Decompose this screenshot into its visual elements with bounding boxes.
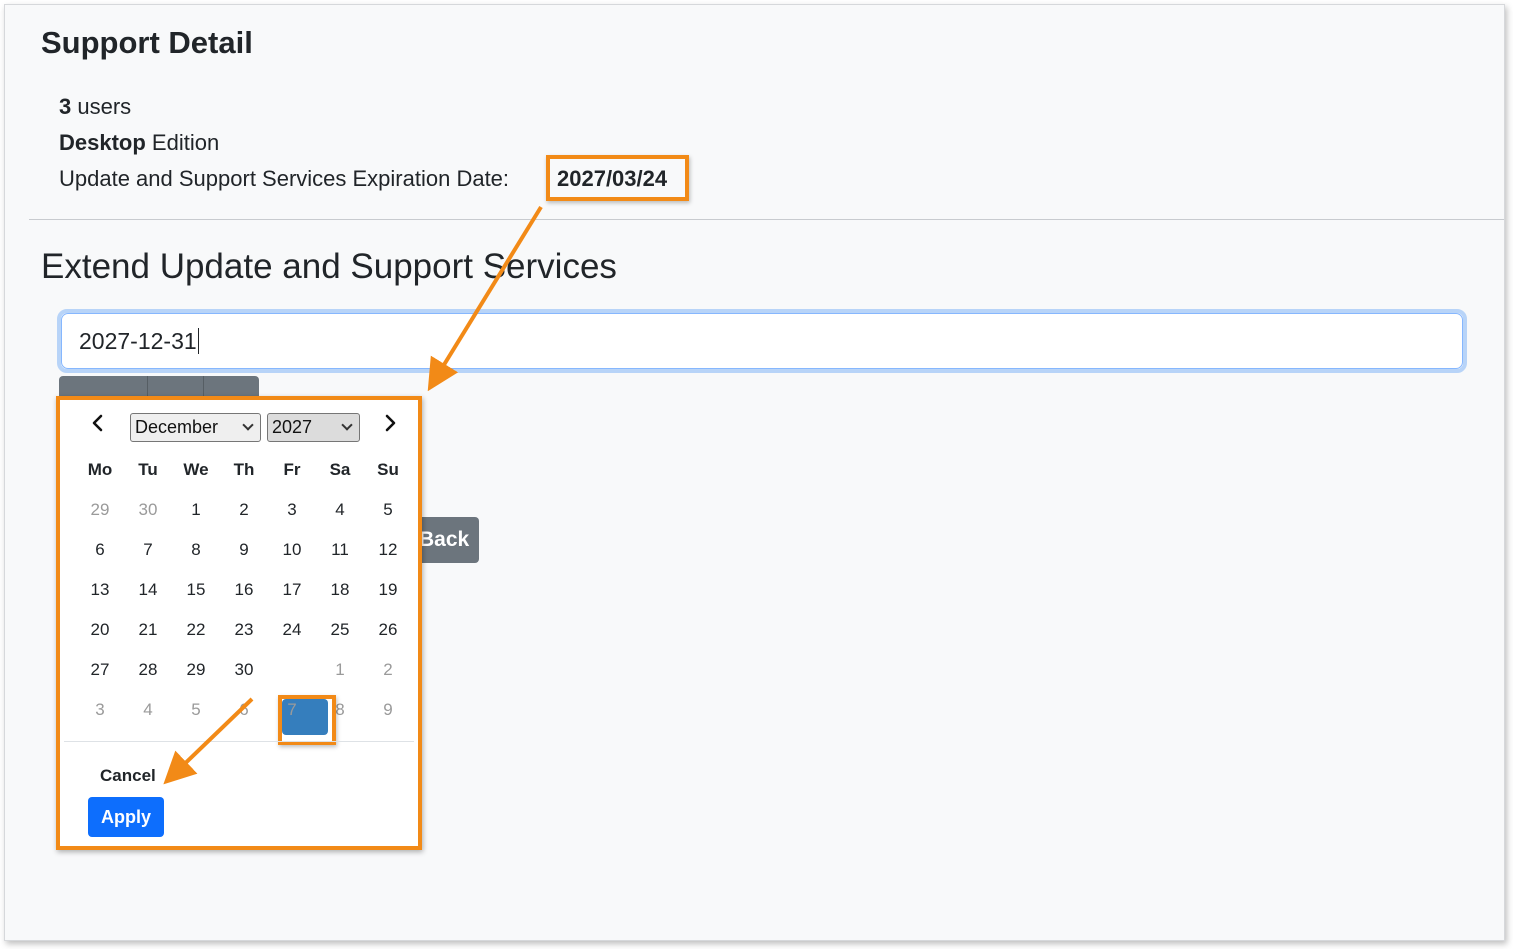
calendar-day[interactable]: 29	[76, 490, 124, 530]
weekday-header: Tu	[138, 460, 158, 479]
calendar-day[interactable]: 7	[124, 530, 172, 570]
calendar-day[interactable]: 9	[220, 530, 268, 570]
chevron-right-icon[interactable]	[380, 413, 400, 433]
calendar-day[interactable]: 4	[124, 690, 172, 730]
edition-name: Desktop	[59, 130, 146, 155]
calendar-day[interactable]: 29	[172, 650, 220, 690]
weekday-header: Su	[377, 460, 399, 479]
page-title: Support Detail	[41, 25, 253, 60]
calendar-day[interactable]: 16	[220, 570, 268, 610]
section-divider	[29, 219, 1504, 220]
calendar-day[interactable]: 6	[220, 690, 268, 730]
expiration-line: Update and Support Services Expiration D…	[59, 166, 509, 192]
calendar-day[interactable]: 2	[364, 650, 412, 690]
chevron-down-icon	[341, 419, 353, 431]
expiration-highlight	[546, 155, 689, 201]
chevron-left-icon[interactable]	[88, 413, 108, 433]
month-select[interactable]: December	[130, 413, 261, 442]
calendar-day[interactable]: 2	[220, 490, 268, 530]
calendar-day[interactable]: 9	[364, 690, 412, 730]
expiration-label: Update and Support Services Expiration D…	[59, 166, 510, 191]
calendar-day[interactable]: 10	[268, 530, 316, 570]
calendar-day[interactable]: 14	[124, 570, 172, 610]
users-line: 3 users	[59, 94, 131, 120]
calendar-day[interactable]: 6	[76, 530, 124, 570]
edition-line: Desktop Edition	[59, 130, 219, 156]
datepicker-popup: December 2027 Mo Tu We Th Fr Sa Su 29 30 1 2 3 4 5 6 7 8…	[56, 396, 422, 850]
weekday-header: We	[183, 460, 209, 479]
extend-section-title: Extend Update and Support Services	[41, 247, 617, 286]
cancel-button[interactable]: Cancel	[100, 766, 156, 786]
calendar-day[interactable]: 5	[364, 490, 412, 530]
calendar-day[interactable]: 30	[124, 490, 172, 530]
picker-footer-divider	[64, 741, 414, 742]
calendar-day[interactable]: 23	[220, 610, 268, 650]
calendar-day[interactable]: 30	[220, 650, 268, 690]
calendar-day[interactable]: 17	[268, 570, 316, 610]
calendar-day[interactable]: 15	[172, 570, 220, 610]
calendar-day[interactable]: 1	[172, 490, 220, 530]
calendar-day[interactable]: 13	[76, 570, 124, 610]
calendar-day-selected[interactable]: 31	[268, 650, 316, 690]
calendar-day[interactable]: 20	[76, 610, 124, 650]
weekday-header: Th	[233, 460, 255, 479]
chevron-down-icon	[242, 419, 254, 431]
calendar-day[interactable]: 1	[316, 650, 364, 690]
apply-button[interactable]: Apply	[88, 797, 164, 837]
date-input-value: 2027-12-31	[79, 328, 197, 354]
weekday-header: Sa	[329, 460, 351, 479]
calendar-day[interactable]: 3	[268, 490, 316, 530]
calendar-day[interactable]: 11	[316, 530, 364, 570]
selected-day-highlight	[278, 695, 336, 745]
date-range-input[interactable]: 2027-12-31	[57, 309, 1467, 373]
calendar-day[interactable]: 12	[364, 530, 412, 570]
users-count: 3	[59, 94, 72, 119]
calendar-day[interactable]: 19	[364, 570, 412, 610]
year-select[interactable]: 2027	[267, 413, 360, 442]
calendar-day[interactable]: 27	[76, 650, 124, 690]
edition-label: Edition	[151, 130, 220, 155]
year-select-value: 2027	[272, 417, 313, 437]
calendar-day[interactable]: 8	[172, 530, 220, 570]
calendar-day[interactable]: 4	[316, 490, 364, 530]
users-label: users	[77, 94, 132, 119]
weekday-header: Mo	[87, 460, 113, 479]
calendar-day[interactable]: 24	[268, 610, 316, 650]
calendar-day[interactable]: 22	[172, 610, 220, 650]
calendar-day[interactable]: 28	[124, 650, 172, 690]
calendar-day[interactable]: 21	[124, 610, 172, 650]
calendar-day[interactable]: 5	[172, 690, 220, 730]
calendar-day[interactable]: 26	[364, 610, 412, 650]
month-select-value: December	[135, 417, 219, 437]
calendar-day[interactable]: 3	[76, 690, 124, 730]
page-frame: Support Detail 3 users Desktop Edition U…	[4, 4, 1505, 941]
weekday-header: Fr	[283, 460, 301, 479]
calendar-day[interactable]: 25	[316, 610, 364, 650]
text-caret	[197, 328, 199, 354]
calendar-day[interactable]: 18	[316, 570, 364, 610]
